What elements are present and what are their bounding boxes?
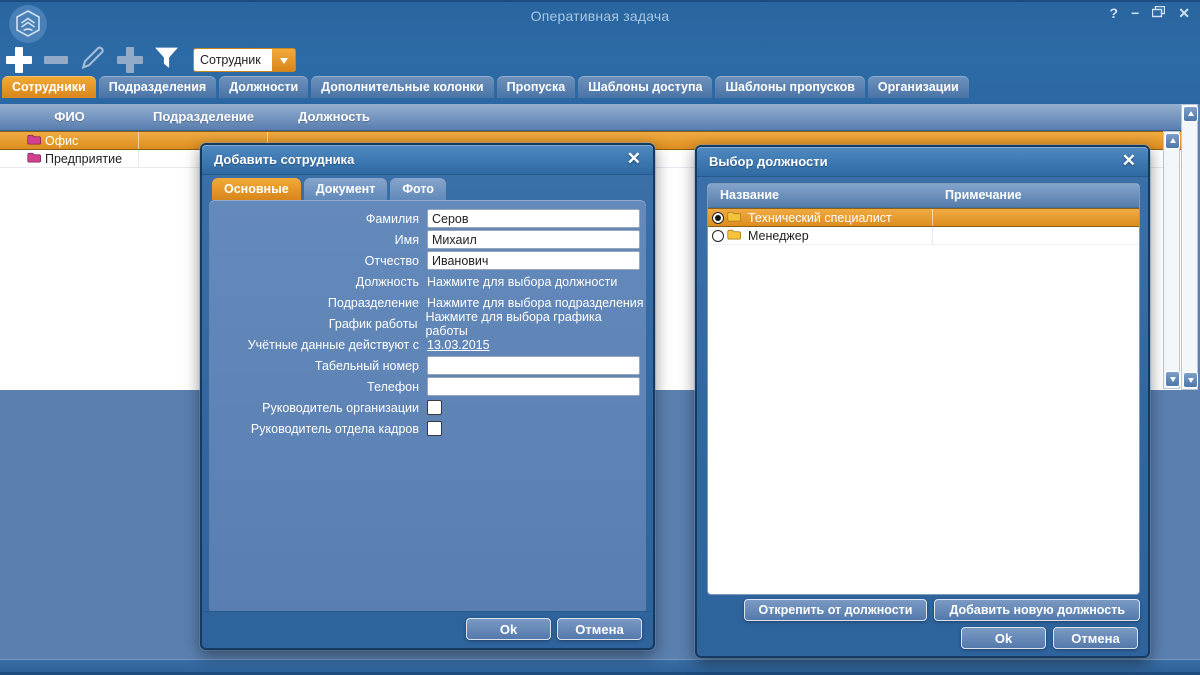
close-icon[interactable]: ✕	[1122, 151, 1136, 171]
cancel-button[interactable]: Отмена	[557, 618, 642, 640]
page-scrollbar[interactable]	[1181, 104, 1198, 390]
surname-field[interactable]	[427, 209, 640, 228]
window-title: Оперативная задача	[0, 8, 1200, 24]
dialog-tabs: Основные Документ Фото	[212, 178, 446, 200]
chevron-down-icon[interactable]	[272, 49, 295, 71]
position-row-tech-specialist[interactable]: Технический специалист	[708, 208, 1139, 227]
column-header-fio[interactable]: ФИО	[0, 104, 139, 130]
main-tabs: Сотрудники Подразделения Должности Допол…	[2, 76, 969, 98]
cancel-button[interactable]: Отмена	[1053, 627, 1138, 649]
entity-selector-value[interactable]: Сотрудник	[194, 49, 272, 71]
position-row-manager[interactable]: Менеджер	[708, 227, 1139, 245]
help-button[interactable]: ?	[1110, 4, 1119, 22]
tab-positions[interactable]: Должности	[219, 76, 308, 98]
firstname-label: Имя	[209, 233, 427, 247]
org-head-checkbox[interactable]	[427, 400, 442, 415]
table-scrollbar[interactable]	[1163, 131, 1180, 389]
detach-position-button[interactable]: Открепить от должности	[744, 599, 928, 621]
position-select-link[interactable]: Нажмите для выбора должности	[427, 275, 617, 289]
personnel-number-field[interactable]	[427, 356, 640, 375]
department-select-link[interactable]: Нажмите для выбора подразделения	[427, 296, 644, 310]
hr-head-label: Руководитель отдела кадров	[209, 422, 427, 436]
tab-employees[interactable]: Сотрудники	[2, 76, 96, 98]
radio-selected[interactable]	[712, 212, 724, 224]
phone-label: Телефон	[209, 380, 427, 394]
dialog-footer: Ok Отмена	[204, 611, 651, 646]
add-employee-dialog: Добавить сотрудника ✕ Основные Документ …	[200, 143, 655, 650]
dialog-title: Добавить сотрудника	[202, 145, 653, 174]
scroll-up-button[interactable]	[1183, 106, 1198, 122]
position-list-header: Название Примечание	[708, 184, 1139, 208]
window-bottom-frame	[0, 659, 1200, 675]
toolbar: Сотрудник	[4, 44, 296, 76]
credentials-date-label: Учётные данные действуют с	[209, 338, 427, 352]
patronymic-field[interactable]	[427, 251, 640, 270]
department-label: Подразделение	[209, 296, 427, 310]
close-icon[interactable]: ✕	[627, 149, 641, 169]
dialog-footer: Ok Отмена	[697, 627, 1148, 649]
row-label: Предприятие	[45, 152, 122, 166]
tab-access-templates[interactable]: Шаблоны доступа	[578, 76, 712, 98]
credentials-date-link[interactable]: 13.03.2015	[427, 338, 490, 352]
radio-unselected[interactable]	[712, 230, 724, 242]
position-name: Менеджер	[748, 229, 809, 243]
filter-icon[interactable]	[154, 46, 179, 75]
add-position-button[interactable]: Добавить новую должность	[934, 599, 1140, 621]
app-window: Оперативная задача ? − ✕	[0, 0, 1200, 675]
ok-button[interactable]: Ok	[466, 618, 551, 640]
dialog-header: Добавить сотрудника ✕	[202, 145, 653, 175]
dialog-form: Фамилия Имя Отчество Должность Нажмите д…	[209, 200, 646, 614]
tab-extra-columns[interactable]: Дополнительные колонки	[311, 76, 493, 98]
surname-label: Фамилия	[209, 212, 427, 226]
hr-head-checkbox[interactable]	[427, 421, 442, 436]
column-header-position[interactable]: Должность	[268, 104, 400, 130]
edit-icon[interactable]	[78, 44, 106, 77]
firstname-field[interactable]	[427, 230, 640, 249]
position-list: Название Примечание Технический специали…	[707, 183, 1140, 595]
folder-yellow-icon	[727, 229, 741, 243]
window-controls: ? − ✕	[1110, 4, 1190, 22]
org-head-label: Руководитель организации	[209, 401, 427, 415]
remove-icon[interactable]	[43, 45, 69, 75]
position-name: Технический специалист	[748, 211, 892, 225]
dialog-title: Выбор должности	[697, 147, 1148, 176]
folder-yellow-icon	[727, 211, 741, 225]
scroll-down-button[interactable]	[1165, 371, 1180, 387]
add-icon[interactable]	[4, 45, 34, 75]
tab-main[interactable]: Основные	[212, 178, 301, 200]
folder-pink-icon	[27, 134, 41, 148]
scroll-down-button[interactable]	[1183, 372, 1198, 388]
position-label: Должность	[209, 275, 427, 289]
title-bar: Оперативная задача ? − ✕	[0, 0, 1200, 104]
schedule-label: График работы	[209, 317, 425, 331]
tab-pass-templates[interactable]: Шаблоны пропусков	[715, 76, 864, 98]
schedule-select-link[interactable]: Нажмите для выбора графика работы	[425, 310, 646, 338]
folder-pink-icon	[27, 152, 41, 166]
select-position-dialog: Выбор должности ✕ Название Примечание Те…	[695, 145, 1150, 658]
tab-photo[interactable]: Фото	[390, 178, 446, 200]
phone-field[interactable]	[427, 377, 640, 396]
close-window-button[interactable]: ✕	[1178, 4, 1190, 22]
tab-passes[interactable]: Пропуска	[497, 76, 576, 98]
position-actions: Открепить от должности Добавить новую до…	[697, 599, 1148, 621]
column-header-department[interactable]: Подразделение	[139, 104, 268, 130]
minimize-button[interactable]: −	[1131, 4, 1139, 22]
scroll-up-button[interactable]	[1165, 133, 1180, 149]
row-label: Офис	[45, 134, 78, 148]
column-header-name[interactable]: Название	[708, 184, 933, 207]
tab-departments[interactable]: Подразделения	[99, 76, 217, 98]
position-note	[933, 227, 1139, 244]
patronymic-label: Отчество	[209, 254, 427, 268]
dialog-header: Выбор должности ✕	[697, 147, 1148, 177]
tab-document[interactable]: Документ	[304, 178, 388, 200]
restore-icon[interactable]	[1152, 4, 1165, 22]
add-secondary-icon[interactable]	[115, 45, 145, 75]
entity-selector[interactable]: Сотрудник	[193, 48, 296, 72]
employee-table-header: ФИО Подразделение Должность	[0, 104, 1181, 131]
position-note	[933, 209, 1139, 226]
tab-organizations[interactable]: Организации	[868, 76, 969, 98]
ok-button[interactable]: Ok	[961, 627, 1046, 649]
column-header-note[interactable]: Примечание	[933, 184, 1139, 207]
personnel-number-label: Табельный номер	[209, 359, 427, 373]
